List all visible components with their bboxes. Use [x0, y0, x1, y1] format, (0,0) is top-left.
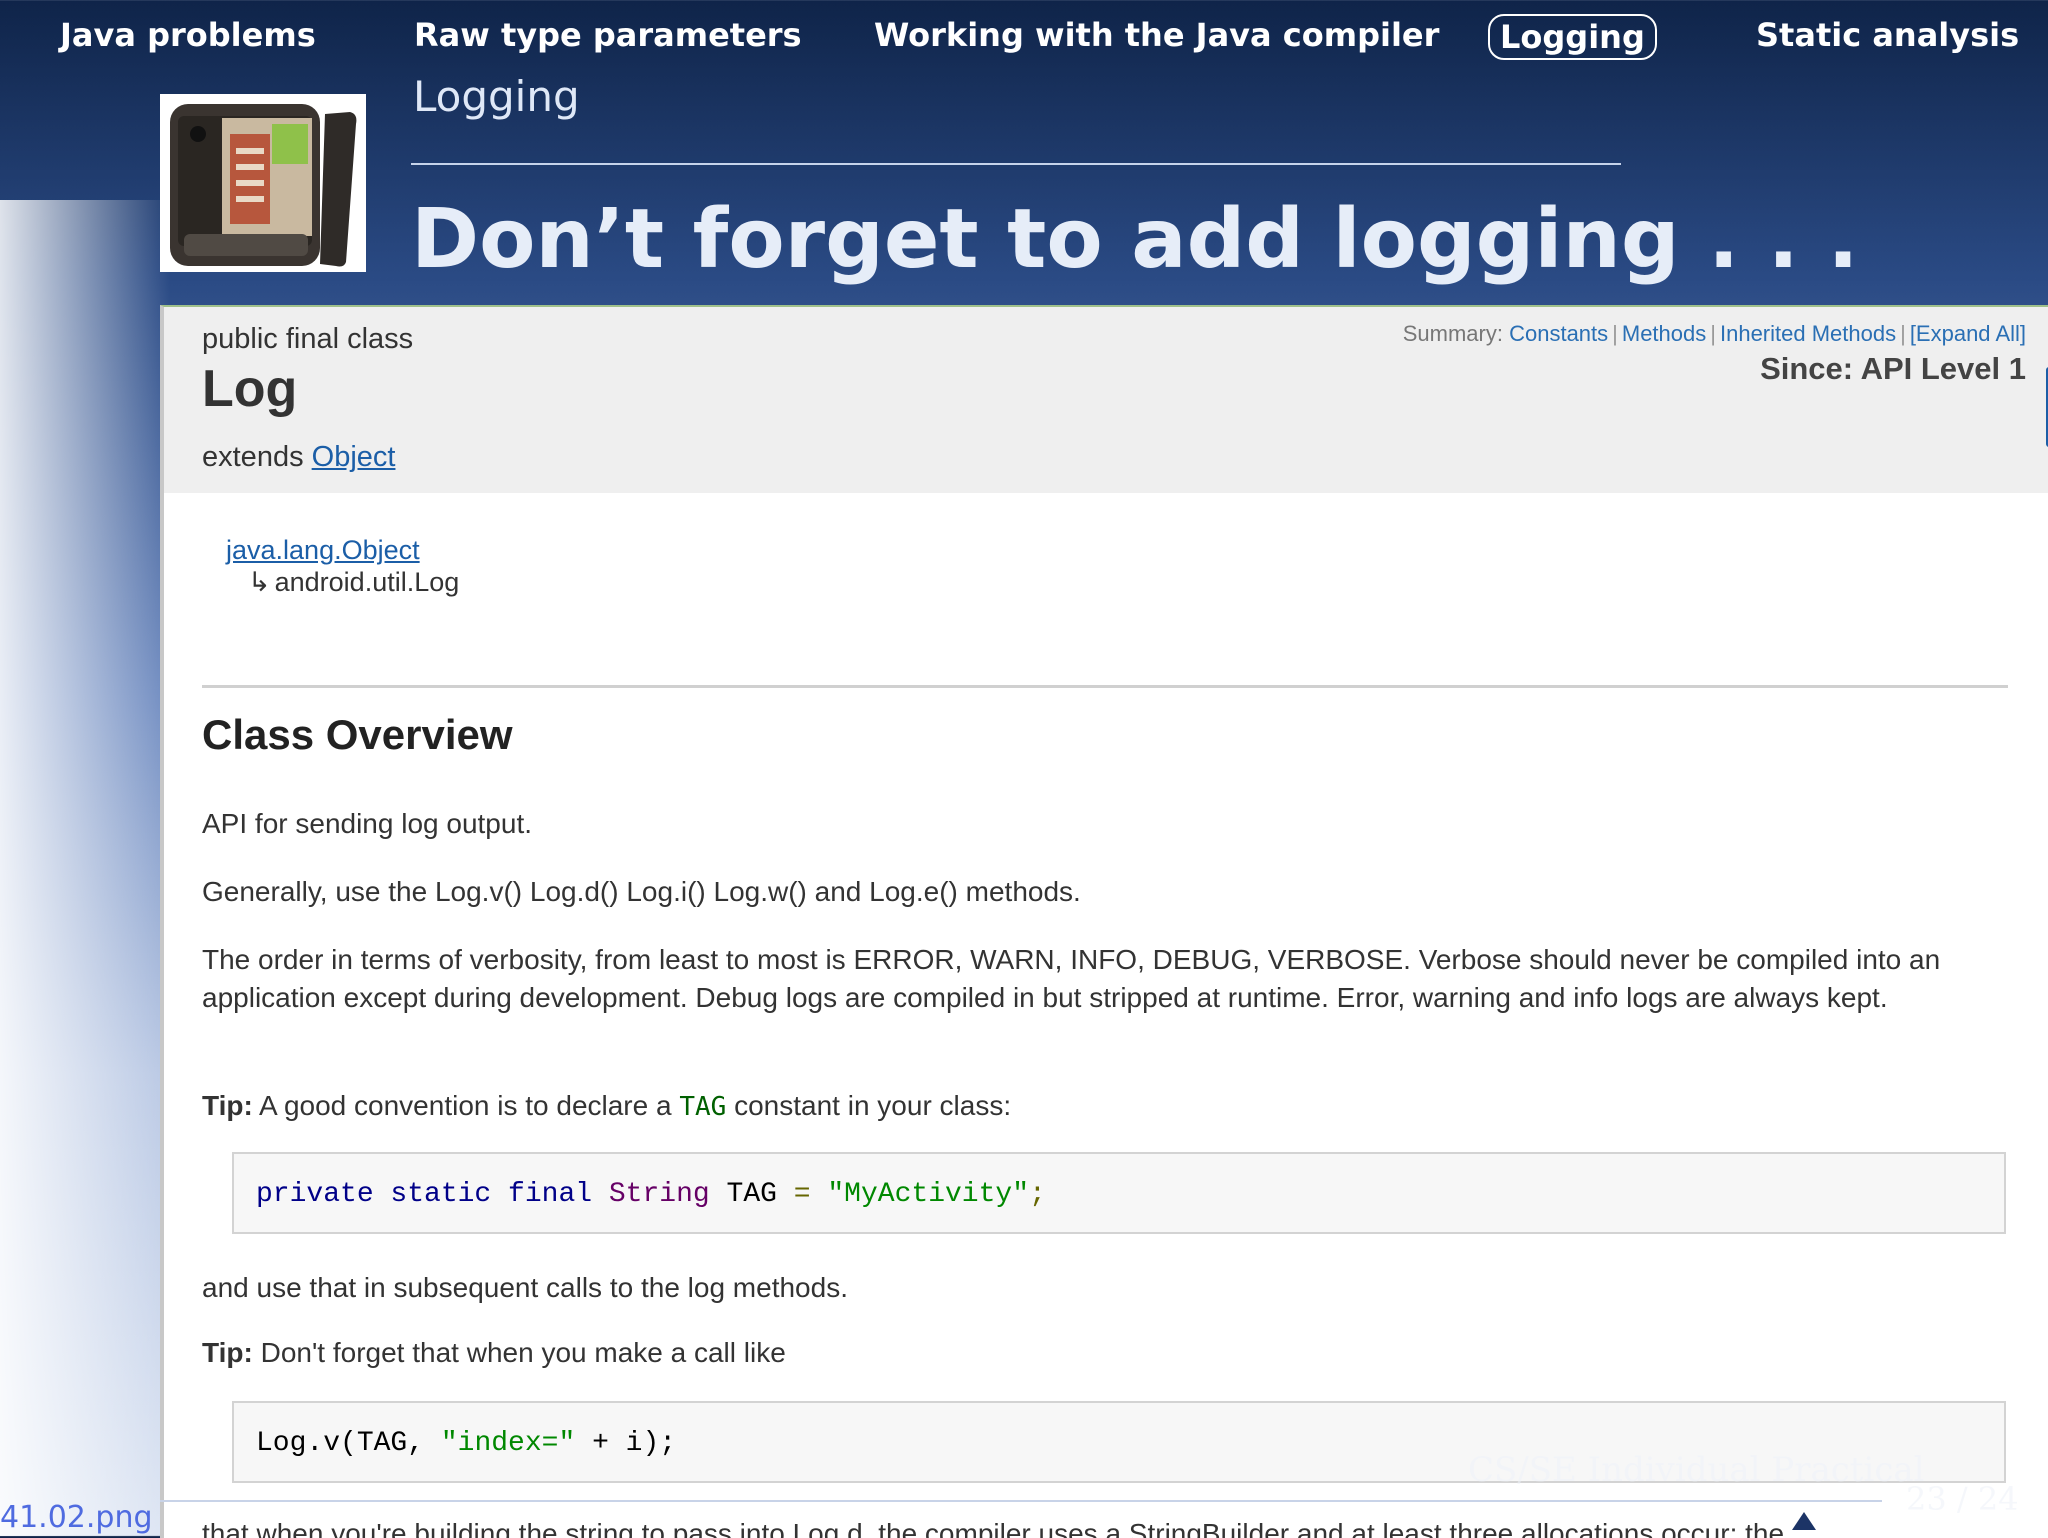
nav-java-problems[interactable]: Java problems: [50, 14, 326, 56]
title-divider: [411, 163, 1621, 165]
summary-label: Summary:: [1402, 321, 1503, 346]
expand-all-link[interactable]: [Expand All]: [1910, 321, 2026, 346]
frame-subtitle: Logging: [413, 72, 580, 121]
nav-raw-type-parameters[interactable]: Raw type parameters: [404, 14, 812, 56]
paragraph-cut-off: that when you're building the string to …: [202, 1518, 1785, 1538]
navigation-marker-icon: [1792, 1512, 1816, 1530]
nav-static-analysis[interactable]: Static analysis: [1746, 14, 2029, 56]
object-link[interactable]: Object: [312, 441, 396, 473]
class-modifiers: public final class: [202, 323, 414, 355]
paragraph-1: API for sending log output.: [202, 808, 532, 839]
extends-label: extends: [202, 441, 304, 473]
code-call-string: "index=": [440, 1428, 576, 1459]
tip-2: Tip: Don't forget that when you make a c…: [202, 1334, 2012, 1372]
code-call: Log.v(TAG,: [256, 1428, 425, 1459]
footer-title: CS/SE Individual Practical: [1468, 1450, 1925, 1490]
page-number: 23 / 24: [1906, 1480, 2019, 1518]
class-name: Log: [202, 360, 298, 418]
paragraph-after-code: and use that in subsequent calls to the …: [202, 1272, 848, 1303]
summary-bar: Summary: Constants | Methods | Inherited Met…: [1402, 321, 2026, 346]
code-call-rest: + i);: [592, 1428, 677, 1459]
slide-title: Don’t forget to add logging . . .: [411, 192, 1859, 287]
doc-header: public final class Log extends Object Su…: [164, 307, 2048, 493]
code-block-tag: private static final String TAG = "MyAct…: [232, 1152, 2006, 1234]
class-extends: extends Object: [202, 441, 395, 474]
paragraph-3: The order in terms of verbosity, from le…: [202, 944, 1941, 1013]
tip-label: Tip:: [202, 1090, 253, 1121]
api-doc-screenshot: public final class Log extends Object Su…: [160, 305, 2048, 1538]
api-level: Since: API Level 1: [1760, 351, 2026, 386]
class-overview-heading: Class Overview: [202, 711, 513, 758]
phone-logo-image: [160, 94, 366, 272]
file-name-label: 41.02.png: [0, 1500, 153, 1535]
tip-1-post: constant in your class:: [734, 1090, 1012, 1121]
code-semicolon: ;: [1029, 1179, 1046, 1210]
background-fade: [0, 200, 170, 1536]
footer-divider: [160, 1500, 1882, 1502]
hierarchy-parent: java.lang.Object: [226, 535, 420, 566]
tip-1-pre: A good convention is to declare a: [259, 1090, 672, 1121]
tip-2-label: Tip:: [202, 1337, 253, 1368]
hierarchy-child: ↳ android.util.Log: [248, 567, 459, 598]
section-navigation: Java problems Raw type parameters Workin…: [0, 0, 2048, 76]
code-string: "MyActivity": [827, 1179, 1030, 1210]
paragraph-2: Generally, use the Log.v() Log.d() Log.i…: [202, 876, 1081, 907]
tip-1: Tip: A good convention is to declare a T…: [202, 1087, 2012, 1126]
constants-link[interactable]: Constants: [1509, 321, 1608, 346]
nav-logging[interactable]: Logging: [1488, 14, 1657, 60]
tip-2-text: Don't forget that when you make a call l…: [260, 1337, 786, 1368]
code-operator: =: [793, 1179, 811, 1210]
section-divider: [202, 685, 2008, 688]
tag-code: TAG: [679, 1092, 727, 1122]
code-identifier: TAG: [726, 1179, 777, 1210]
inherited-methods-link[interactable]: Inherited Methods: [1720, 321, 1896, 346]
code-keywords: private static final: [256, 1179, 593, 1210]
code-type: String: [608, 1179, 710, 1210]
methods-link[interactable]: Methods: [1622, 321, 1706, 346]
nav-working-with-compiler[interactable]: Working with the Java compiler: [864, 14, 1449, 56]
inheritance-arrow-icon: ↳: [248, 567, 271, 597]
hierarchy-child-label: android.util.Log: [274, 567, 460, 597]
java-lang-object-link[interactable]: java.lang.Object: [226, 535, 420, 565]
